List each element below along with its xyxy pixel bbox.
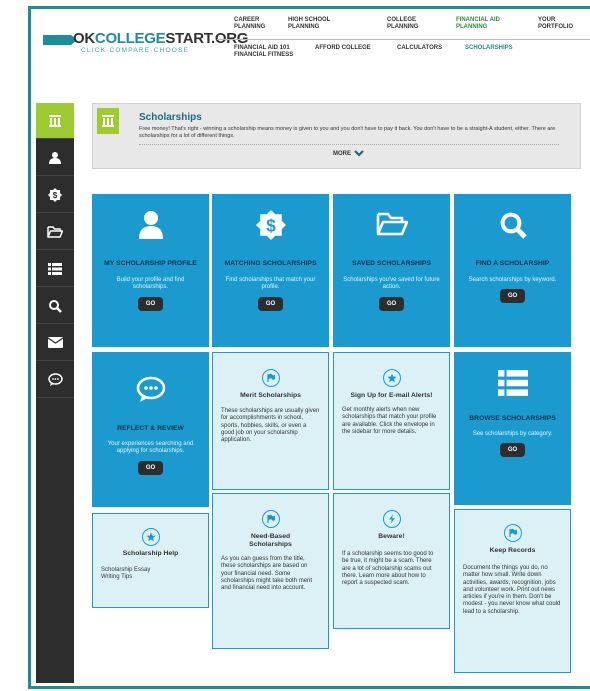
card-find-a-scholarship[interactable]: FIND A SCHOLARSHIP Search scholarships b… — [454, 194, 571, 347]
card-title: Need-Based Scholarships — [249, 533, 292, 548]
card-title: Merit Scholarships — [240, 392, 301, 399]
card-desc: These scholarships are usually given for… — [221, 408, 320, 444]
building-columns-icon — [49, 114, 61, 127]
card-desc: Your experiences searching and applying … — [107, 441, 194, 455]
svg-text:$: $ — [266, 215, 276, 235]
star-icon — [382, 369, 401, 387]
subnav-afford-college[interactable]: AFFORD COLLEGE — [315, 45, 385, 52]
user-icon — [49, 151, 61, 164]
card-matching-scholarships[interactable]: $ MATCHING SCHOLARSHIPS Find scholarship… — [212, 194, 329, 347]
card-title: MATCHING SCHOLARSHIPS — [224, 260, 317, 267]
card-reflect-review[interactable]: REFLECT & REVIEW Your experiences search… — [92, 352, 209, 507]
card-title: MY SCHOLARSHIP PROFILE — [104, 260, 197, 267]
sidebar-item-saved[interactable] — [36, 214, 74, 250]
chat-bubble-icon — [47, 372, 63, 386]
card-title: REFLECT & REVIEW — [117, 425, 184, 432]
svg-text:$: $ — [53, 191, 58, 200]
card-title: FIND A SCHOLARSHIP — [475, 260, 550, 267]
dollar-badge-icon: $ — [255, 210, 286, 240]
card-title: Keep Records — [489, 547, 536, 554]
more-label: MORE — [333, 150, 351, 157]
card-desc: Document the things you do, no matter ho… — [463, 565, 561, 615]
card-desc: Find scholarships that match your profil… — [225, 277, 316, 291]
sidebar: $ — [36, 103, 74, 683]
search-icon — [49, 299, 62, 313]
building-columns-icon — [102, 115, 114, 127]
nav-financial-aid-planning[interactable]: FINANCIAL AID PLANNING — [456, 17, 512, 31]
page-description: Free money! That's right - winning a sch… — [139, 126, 556, 139]
sidebar-item-profile[interactable] — [36, 140, 74, 176]
essay-tips-link[interactable]: Scholarship Essay Writing Tips — [101, 567, 163, 582]
card-browse-scholarships[interactable]: BROWSE SCHOLARSHIPS See scholarships by … — [454, 352, 571, 505]
subnav-financial-aid-101[interactable]: FINANCIAL AID 101 FINANCIAL FITNESS — [234, 45, 304, 59]
dollar-badge-icon: $ — [48, 187, 62, 202]
nav-your-portfolio[interactable]: YOUR PORTFOLIO — [538, 17, 588, 31]
sidebar-item-scholarships[interactable] — [36, 103, 74, 139]
sub-nav: FINANCIAL AID 101 FINANCIAL FITNESS AFFO… — [31, 45, 590, 65]
card-desc: If a scholarship seems too good to be tr… — [342, 551, 434, 587]
scholarships-banner: Scholarships Free money! That's right - … — [92, 103, 581, 169]
flag-icon — [261, 369, 280, 387]
sidebar-item-matching[interactable]: $ — [36, 177, 74, 213]
go-button[interactable]: GO — [499, 289, 526, 304]
chevron-down-icon — [354, 150, 364, 157]
banner-icon-box — [97, 108, 119, 134]
banner-divider — [139, 144, 559, 145]
list-icon — [497, 370, 528, 396]
card-scholarship-help[interactable]: Scholarship Help Scholarship Essay Writi… — [92, 513, 209, 608]
card-title: Beware! — [378, 533, 405, 540]
more-button[interactable]: MORE — [333, 150, 364, 157]
chat-bubble-icon — [136, 376, 165, 402]
folder-open-icon — [47, 225, 63, 238]
go-button[interactable]: GO — [378, 296, 405, 311]
card-beware[interactable]: Beware! If a scholarship seems too good … — [333, 493, 450, 629]
nav-divider — [217, 39, 590, 40]
nav-career-planning[interactable]: CAREER PLANNING — [234, 17, 284, 31]
nav-college-planning[interactable]: COLLEGE PLANNING — [387, 17, 437, 31]
subnav-calculators[interactable]: CALCULATORS — [397, 45, 457, 52]
lightning-icon — [382, 510, 401, 528]
envelope-icon — [47, 337, 63, 348]
card-desc: Get monthly alerts when new scholarships… — [342, 407, 437, 435]
go-button[interactable]: GO — [137, 460, 164, 475]
flag-icon — [503, 524, 522, 542]
card-desc: Build your profile and find scholarships… — [116, 277, 185, 291]
card-title: BROWSE SCHOLARSHIPS — [469, 415, 556, 422]
card-title: SAVED SCHOLARSHIPS — [352, 260, 431, 267]
subnav-scholarships[interactable]: SCHOLARSHIPS — [465, 45, 525, 52]
card-saved-scholarships[interactable]: SAVED SCHOLARSHIPS Scholarships you've s… — [333, 194, 450, 347]
page-title: Scholarships — [139, 112, 202, 123]
flag-icon — [261, 510, 280, 528]
sidebar-item-email-alerts[interactable] — [36, 325, 74, 361]
go-button[interactable]: GO — [137, 296, 164, 311]
main-nav: CAREER PLANNING HIGH SCHOOL PLANNING COL… — [31, 17, 590, 47]
sidebar-item-browse[interactable] — [36, 251, 74, 287]
user-icon — [138, 211, 163, 239]
card-keep-records[interactable]: Keep Records Document the things you do,… — [454, 509, 571, 673]
card-my-scholarship-profile[interactable]: MY SCHOLARSHIP PROFILE Build your profil… — [92, 194, 209, 347]
folder-open-icon — [376, 212, 408, 236]
page-frame: OKCOLLEGESTART.ORG CLICK·COMPARE·CHOOSE … — [28, 6, 590, 689]
card-merit-scholarships[interactable]: Merit Scholarships These scholarships ar… — [212, 352, 329, 490]
sidebar-item-search[interactable] — [36, 288, 74, 324]
go-button[interactable]: GO — [499, 443, 526, 458]
card-desc: As you can guess from the title, these s… — [221, 556, 313, 592]
card-desc: See scholarships by category. — [472, 431, 553, 437]
card-desc: Search scholarships by keyword. — [468, 277, 557, 283]
go-button[interactable]: GO — [257, 296, 284, 311]
search-icon — [500, 212, 527, 239]
card-email-alerts[interactable]: Sign Up for E-mail Alerts! Get monthly a… — [333, 352, 450, 490]
list-icon — [48, 262, 62, 275]
star-icon — [141, 528, 160, 546]
card-title: Scholarship Help — [122, 550, 179, 557]
card-need-based-scholarships[interactable]: Need-Based Scholarships As you can guess… — [212, 493, 329, 649]
sidebar-item-reflect[interactable] — [36, 362, 74, 398]
card-title: Sign Up for E-mail Alerts! — [350, 392, 433, 399]
nav-high-school-planning[interactable]: HIGH SCHOOL PLANNING — [288, 17, 348, 31]
card-desc: Scholarships you've saved for future act… — [343, 277, 440, 291]
